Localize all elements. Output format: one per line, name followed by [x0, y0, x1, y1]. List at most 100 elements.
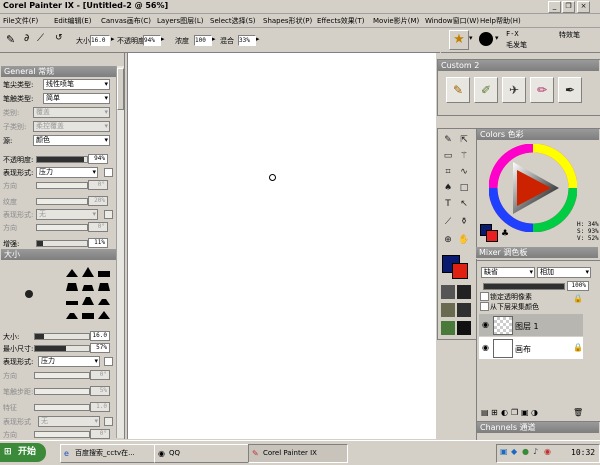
pen-tool-icon[interactable]: ♠	[441, 181, 455, 195]
color-wheel[interactable]	[489, 144, 577, 232]
channels-palette-header[interactable]: Channels 通道	[477, 422, 599, 433]
layer-opacity-slider[interactable]	[483, 283, 565, 290]
size-spin-icon[interactable]: ▸	[111, 35, 115, 43]
brush-variant-name[interactable]: 毛发笔	[506, 40, 527, 50]
pattern-selector-icon[interactable]	[441, 303, 455, 317]
menu-select[interactable]: Select选择(S)	[210, 16, 256, 26]
airbrush-icon[interactable]: ✈	[502, 77, 526, 103]
brush-category-name[interactable]: 特效笔	[559, 30, 580, 40]
size-step-value[interactable]: 5%	[90, 386, 110, 396]
eyedropper-icon[interactable]: ⟋	[441, 215, 455, 229]
grain-control-value[interactable]: 20%	[88, 196, 108, 206]
general-section-header[interactable]: General 常规	[1, 66, 116, 77]
shape-select-icon[interactable]: ↖	[457, 197, 471, 211]
feature-direction-value[interactable]: 0°	[90, 429, 110, 439]
pick-up-color-checkbox[interactable]	[480, 302, 489, 311]
dropper-arrow-icon[interactable]: ⇱	[457, 133, 471, 147]
opacity-field[interactable]: 94%	[143, 35, 161, 46]
secondary-color-swatch[interactable]	[452, 263, 468, 279]
menu-help[interactable]: Help帮助(H)	[480, 16, 521, 26]
tray-update-icon[interactable]: ●	[522, 447, 529, 456]
canvas-lock-icon[interactable]: 🔒	[573, 343, 583, 352]
task-painter[interactable]: ✎ Corel Painter IX	[248, 444, 348, 463]
menu-layers[interactable]: Layers图层(L)	[157, 16, 204, 26]
dark-brush-icon[interactable]: ✒	[558, 77, 582, 103]
layer-visibility-eye-icon[interactable]: ◉	[482, 320, 489, 329]
min-size-slider[interactable]	[34, 345, 90, 352]
brush-tool-icon[interactable]: ✎	[6, 33, 15, 46]
grain-slider[interactable]	[36, 198, 88, 205]
left-panel-scroll-thumb[interactable]	[117, 68, 124, 110]
size-step-slider[interactable]	[34, 388, 90, 395]
document-canvas[interactable]	[127, 53, 436, 439]
crop-icon[interactable]: ⌗	[441, 165, 455, 179]
colors-palette-header[interactable]: Colors 色彩	[477, 129, 599, 140]
tray-qq-icon[interactable]: ◉	[544, 447, 551, 456]
boost-slider[interactable]	[36, 240, 88, 247]
grain-field[interactable]: 100	[194, 35, 212, 46]
preserve-transparency-checkbox[interactable]	[480, 292, 489, 301]
colors-secondary-swatch[interactable]	[486, 230, 498, 242]
delete-layer-icon[interactable]: 🗑	[573, 408, 583, 417]
feature-invert-checkbox[interactable]	[104, 417, 113, 426]
grain-direction-slider[interactable]	[36, 224, 88, 231]
menu-window[interactable]: Window窗口(W)	[425, 16, 479, 26]
paint-bucket-icon[interactable]: ⚱	[457, 215, 471, 229]
restore-button[interactable]: ❐	[562, 1, 575, 13]
source-select[interactable]: 颜色	[33, 135, 110, 146]
color-brush-icon[interactable]: ✏	[530, 77, 554, 103]
mask-icon[interactable]: ◐	[501, 408, 508, 417]
feature-direction-slider[interactable]	[34, 431, 90, 438]
feature-value[interactable]: 1.0	[90, 402, 110, 412]
clone-color-icon[interactable]: ♣	[501, 229, 509, 239]
layer-commands-icon[interactable]: ▤	[481, 408, 489, 417]
feature-slider[interactable]	[34, 404, 90, 411]
size-control-value[interactable]: 16.0	[90, 331, 110, 341]
canvas-visibility-eye-icon[interactable]: ◉	[482, 343, 489, 352]
lock-layer-icon[interactable]: 🔒	[573, 294, 583, 303]
task-browser[interactable]: e 百度搜索_cctv在...	[60, 444, 160, 463]
variant-dropdown-icon[interactable]: ▾	[495, 34, 499, 42]
close-button[interactable]: ×	[577, 1, 590, 13]
size-direction-slider[interactable]	[34, 372, 90, 379]
opacity-expression-select[interactable]: 压力	[36, 167, 98, 178]
menu-movie[interactable]: Movie影片(M)	[373, 16, 419, 26]
grain-direction-value[interactable]: 0°	[88, 222, 108, 232]
opacity-invert-checkbox[interactable]	[104, 168, 113, 177]
tray-network-icon[interactable]: ▣	[500, 447, 508, 456]
brush-variant-dab-icon[interactable]	[479, 32, 493, 46]
paper-selector-icon[interactable]	[441, 285, 455, 299]
rect-select-icon[interactable]: ▭	[441, 149, 455, 163]
size-direction-value[interactable]: 0°	[90, 370, 110, 380]
brush-category-icon[interactable]: ★	[449, 30, 469, 50]
left-panel-scrollbar[interactable]	[116, 66, 124, 438]
text-tool-icon[interactable]: T	[441, 197, 455, 211]
layer-mask-icon[interactable]: ◑	[531, 408, 538, 417]
size-field[interactable]: 16.0	[90, 35, 110, 46]
opacity-slider[interactable]	[36, 156, 88, 163]
grain-spin-icon[interactable]: ▸	[212, 35, 216, 43]
magnifier-icon[interactable]: ⊕	[441, 233, 455, 247]
straight-line-icon[interactable]: ⟋	[37, 33, 44, 44]
menu-canvas[interactable]: Canvas画布(C)	[101, 16, 151, 26]
tray-volume-icon[interactable]: ♪	[533, 447, 538, 456]
new-layer-icon[interactable]: ❐	[511, 408, 518, 417]
paint-brush-icon[interactable]: ✐	[474, 77, 498, 103]
weaving-selector-icon[interactable]	[457, 303, 471, 317]
submethod-select[interactable]: 柔控覆盖	[33, 121, 110, 132]
opacity-direction-value[interactable]: 0°	[88, 180, 108, 190]
minimize-button[interactable]: _	[548, 1, 561, 13]
method-select[interactable]: 覆盖	[33, 107, 110, 118]
opacity-direction-slider[interactable]	[36, 182, 88, 189]
rectangle-shape-icon[interactable]: □	[457, 181, 471, 195]
dynamic-plugins-icon[interactable]: ⊞	[491, 408, 498, 417]
pencil-brush-icon[interactable]: ✎	[446, 77, 470, 103]
freehand-stroke-icon[interactable]: ∂	[24, 33, 29, 44]
menu-file[interactable]: File文件(F)	[3, 16, 38, 26]
stroke-type-select[interactable]: 简单	[43, 93, 110, 104]
feature-expression-select[interactable]: 无	[38, 416, 100, 427]
min-size-value[interactable]: 57%	[90, 343, 110, 353]
canvas-layer-name[interactable]: 画布	[515, 344, 531, 355]
category-dropdown-icon[interactable]: ▾	[469, 34, 473, 42]
tray-security-icon[interactable]: ◆	[511, 447, 517, 456]
